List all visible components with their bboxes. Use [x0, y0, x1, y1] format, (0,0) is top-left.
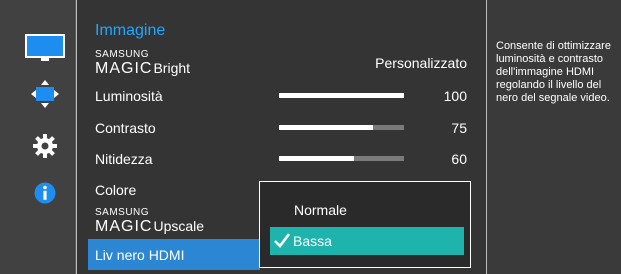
samsung-magic-logo: SAMSUNG MAGICUpscale: [95, 207, 205, 235]
menu-item-contrasto[interactable]: Contrasto 75: [76, 113, 486, 143]
picture-icon[interactable]: [24, 33, 66, 63]
menu-item-label: Upscale: [153, 218, 205, 234]
menu-item-liv-nero-hdmi[interactable]: Liv nero HDMI: [88, 239, 260, 270]
menu-title: Immagine: [95, 22, 166, 39]
option-label: Bassa: [293, 233, 332, 249]
menu-item-magic-bright[interactable]: SAMSUNG MAGICBright Personalizzato: [76, 48, 486, 78]
slider-fill: [279, 125, 373, 130]
menu-item-label: Nitidezza: [95, 151, 153, 167]
help-text: Consente di ottimizzare luminosità e con…: [496, 40, 611, 104]
gear-icon[interactable]: [24, 131, 66, 161]
menu-item-nitidezza[interactable]: Nitidezza 60: [76, 144, 486, 174]
screen-size-icon[interactable]: [24, 79, 66, 109]
menu-item-label: Contrasto: [95, 120, 156, 136]
luminosita-slider[interactable]: [279, 93, 404, 98]
option-normale[interactable]: Normale: [270, 196, 464, 224]
menu-item-luminosita[interactable]: Luminosità 100: [76, 81, 486, 111]
checkmark-icon: [274, 233, 290, 248]
option-bassa[interactable]: Bassa: [270, 227, 464, 255]
osd-window: Immagine SAMSUNG MAGICBright Personalizz…: [0, 0, 621, 274]
info-icon[interactable]: [24, 178, 66, 208]
slider-fill: [279, 93, 404, 98]
menu-item-value: Personalizzato: [375, 55, 467, 71]
samsung-magic-logo: SAMSUNG MAGICBright: [95, 49, 191, 77]
menu-item-label: Bright: [153, 60, 191, 76]
menu-item-label: Colore: [95, 182, 137, 198]
contrasto-slider[interactable]: [279, 125, 404, 130]
sidebar: [0, 0, 76, 274]
submenu: Normale Bassa: [259, 181, 471, 268]
menu-item-label: Liv nero HDMI: [95, 247, 185, 263]
option-label: Normale: [294, 202, 347, 218]
menu-item-value: 60: [451, 151, 467, 167]
slider-fill: [279, 156, 354, 161]
menu-item-value: 100: [443, 88, 467, 104]
nitidezza-slider[interactable]: [279, 156, 404, 161]
menu-item-value: 75: [451, 120, 467, 136]
menu-item-label: Luminosità: [95, 88, 163, 104]
